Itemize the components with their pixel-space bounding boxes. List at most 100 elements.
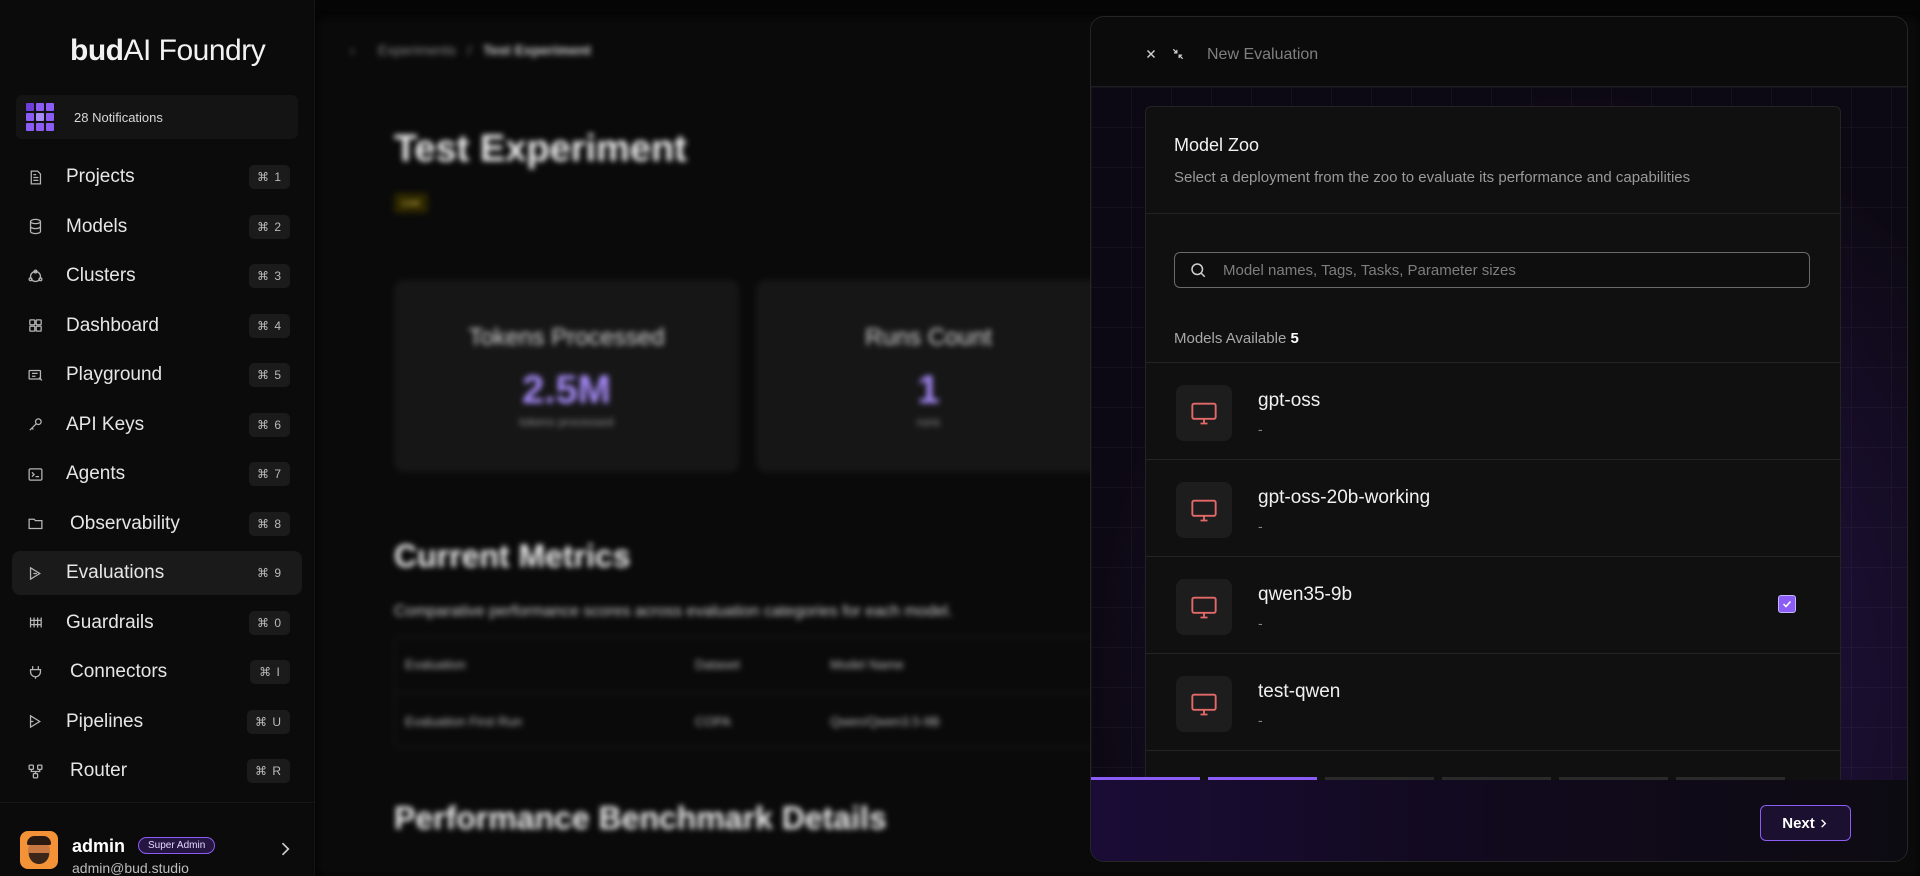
sidebar-item-label: API Keys [66, 413, 145, 435]
metric-card-title: Runs Count [865, 324, 992, 351]
sidebar-item-label: Observability [70, 512, 180, 534]
section-title: Current Metrics [394, 538, 631, 574]
chevron-right-icon[interactable] [275, 839, 295, 859]
role-badge: Super Admin [138, 837, 216, 854]
models-available: Models Available 5 [1174, 330, 1299, 347]
drawer-title: New Evaluation [1207, 46, 1319, 63]
model-row[interactable]: qwen35-9b - [1146, 556, 1840, 653]
model-checkbox[interactable] [1778, 595, 1796, 613]
chevron-right-icon [1820, 818, 1827, 828]
metric-card-title: Tokens Processed [468, 324, 665, 351]
shortcut-badge: ⌘ U [247, 709, 290, 734]
sidebar-item-dashboard[interactable]: Dashboard ⌘ 4 [12, 304, 302, 348]
table-cell: COPA [695, 713, 731, 729]
sidebar-item-models[interactable]: Models ⌘ 2 [12, 205, 302, 249]
shortcut-badge: ⌘ 0 [248, 610, 290, 635]
shortcut-badge: ⌘ 1 [248, 165, 290, 189]
sidebar: budAI Foundry 28 Notifications Projects … [0, 0, 315, 876]
sidebar-item-evaluations[interactable]: Evaluations ⌘ 9 [12, 551, 302, 595]
search-input[interactable] [1223, 253, 1803, 287]
sidebar-item-router[interactable]: Router ⌘ R [12, 749, 302, 793]
sidebar-item-api-keys[interactable]: API Keys ⌘ 6 [12, 403, 302, 447]
key-icon [26, 416, 44, 434]
panel-subtitle: Select a deployment from the zoo to eval… [1174, 169, 1691, 186]
check-icon [1782, 600, 1792, 608]
sidebar-item-label: Models [66, 215, 128, 237]
user-profile[interactable]: admin Super Admin admin@bud.studio [0, 802, 315, 876]
shortcut-badge: ⌘ 9 [256, 566, 282, 580]
sidebar-item-label: Guardrails [66, 611, 154, 633]
app-root: budAI Foundry 28 Notifications Projects … [0, 0, 1920, 876]
shortcut-badge: ⌘ I [250, 660, 290, 684]
shortcut-badge: ⌘ 5 [248, 363, 290, 387]
grid-icon [26, 317, 44, 335]
breadcrumb: ‹ Experiments / Test Experiment [350, 42, 591, 58]
section-subtitle: Comparative performance scores across ev… [394, 603, 953, 620]
page-title: Test Experiment [394, 128, 687, 170]
sidebar-item-guardrails[interactable]: Guardrails ⌘ 0 [12, 601, 302, 645]
sidebar-item-label: Projects [66, 166, 135, 187]
shortcut-badge: ⌘ 7 [248, 462, 290, 486]
metric-card-sub: runs [916, 415, 941, 429]
model-row[interactable]: gpt-oss-20b-working - [1146, 459, 1840, 556]
sidebar-item-pipelines[interactable]: Pipelines ⌘ U [12, 700, 302, 744]
sidebar-item-projects[interactable]: Projects ⌘ 1 [12, 155, 302, 199]
sidebar-item-clusters[interactable]: Clusters ⌘ 3 [12, 254, 302, 298]
shortcut-badge: ⌘ 2 [248, 214, 290, 239]
sidebar-item-playground[interactable]: Playground ⌘ 5 [12, 353, 302, 397]
metric-card-value: 2.5M [522, 368, 611, 412]
model-search [1174, 252, 1810, 288]
close-icon[interactable] [1144, 47, 1158, 61]
table-cell: Evaluation First Run [405, 713, 523, 729]
column-header: Evaluation [405, 657, 466, 672]
monitor-icon [1176, 579, 1232, 635]
drawer-header: New Evaluation [1091, 17, 1907, 87]
plug-icon [26, 663, 44, 681]
monitor-icon [1176, 482, 1232, 538]
models-available-count: 5 [1290, 330, 1299, 347]
shortcut-badge: ⌘ 8 [248, 511, 290, 536]
minimize-icon[interactable] [1171, 47, 1185, 61]
avatar [20, 831, 58, 869]
monitor-icon [1176, 676, 1232, 732]
user-email: admin@bud.studio [72, 860, 189, 876]
sidebar-item-label: Evaluations [66, 562, 165, 583]
shortcut-badge: ⌘ 4 [248, 313, 290, 338]
brand-logo[interactable]: budAI Foundry [70, 34, 266, 68]
playground-icon [26, 366, 44, 384]
new-evaluation-drawer: New Evaluation Model Zoo Select a deploy… [1090, 16, 1908, 862]
sidebar-item-label: Dashboard [66, 314, 159, 336]
breadcrumb-separator: / [467, 42, 472, 58]
sidebar-item-connectors[interactable]: Connectors ⌘ I [12, 650, 302, 694]
model-name: gpt-oss-20b-working [1258, 487, 1431, 508]
folder-icon [26, 515, 44, 533]
sidebar-item-label: Connectors [70, 661, 168, 682]
guardrail-icon [26, 614, 44, 632]
model-name: qwen35-9b [1258, 584, 1353, 605]
file-icon [26, 168, 44, 186]
section-title: Performance Benchmark Details [394, 800, 887, 836]
model-name: test-qwen [1258, 681, 1341, 702]
next-button[interactable]: Next [1760, 805, 1851, 841]
sidebar-item-label: Playground [66, 364, 163, 385]
sidebar-item-label: Clusters [66, 265, 136, 286]
back-arrow-icon[interactable]: ‹ [350, 42, 355, 58]
sidebar-item-agents[interactable]: Agents ⌘ 7 [12, 452, 302, 496]
notifications-grid-icon [26, 103, 54, 131]
notifications-button[interactable]: 28 Notifications [16, 95, 298, 139]
notifications-label: 28 Notifications [74, 109, 163, 125]
breadcrumb-parent[interactable]: Experiments [378, 42, 456, 58]
evaluation-icon [26, 564, 44, 582]
sidebar-item-observability[interactable]: Observability ⌘ 8 [12, 502, 302, 546]
drawer-footer: Next [1091, 780, 1907, 861]
model-row[interactable]: test-qwen - [1146, 653, 1840, 750]
sidebar-nav: Projects ⌘ 1 Models ⌘ 2 Clusters ⌘ 3 Das… [12, 155, 302, 799]
sidebar-item-label: Agents [66, 463, 126, 484]
panel-header: Model Zoo Select a deployment from the z… [1146, 107, 1840, 214]
monitor-icon [1176, 385, 1232, 441]
shortcut-badge: ⌘ 6 [248, 412, 290, 437]
next-button-label: Next [1782, 814, 1815, 832]
shortcut-badge: ⌘ R [247, 759, 290, 783]
model-row[interactable]: gpt-oss - [1146, 362, 1840, 459]
sidebar-item-label: Router [70, 760, 128, 781]
